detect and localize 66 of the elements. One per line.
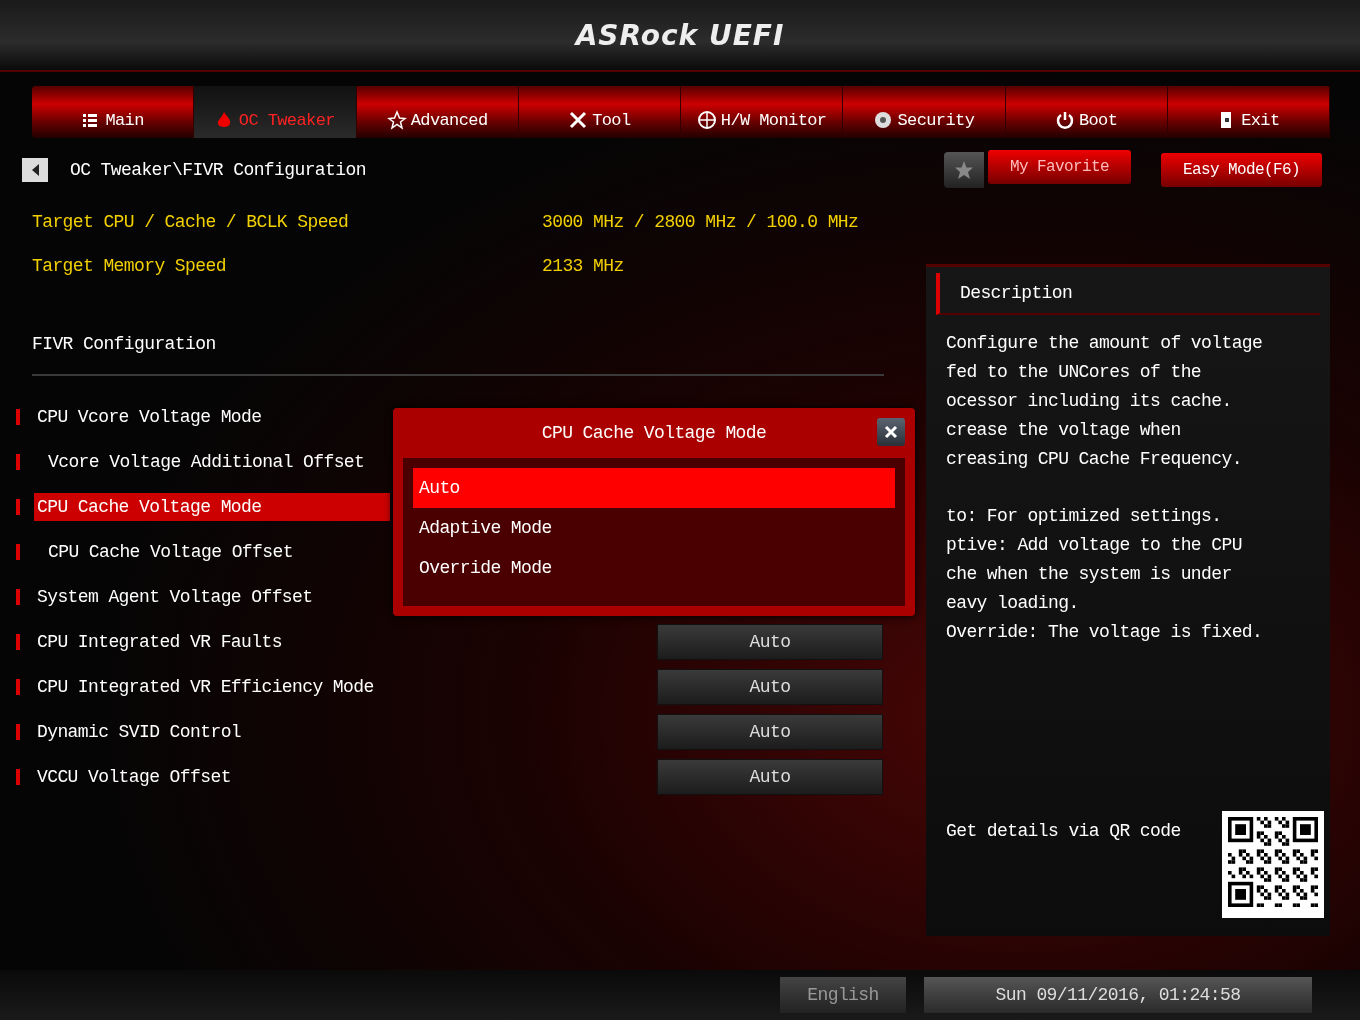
setting-value-button[interactable]: Auto <box>657 623 883 660</box>
close-icon <box>884 425 898 439</box>
setting-value-button[interactable]: Auto <box>657 713 883 750</box>
date-time: Sun 09/11/2016, 01:24:58 <box>924 977 1312 1013</box>
setting-item[interactable]: CPU Integrated VR Faults <box>34 627 390 656</box>
section-title: FIVR Configuration <box>32 334 217 354</box>
qr-caption: Get details via QR code <box>946 821 1181 841</box>
item-marker <box>16 408 20 425</box>
setting-item[interactable]: CPU Vcore Voltage Mode <box>34 402 390 431</box>
item-marker <box>16 588 20 605</box>
description-line: ptive: Add voltage to the CPU <box>946 534 1243 557</box>
item-marker <box>16 453 20 470</box>
setting-item[interactable]: CPU Integrated VR Efficiency Mode <box>34 672 390 701</box>
nav-tab[interactable]: Exit <box>1167 86 1330 138</box>
item-marker <box>16 633 20 650</box>
description-line: Override: The voltage is fixed. <box>946 621 1264 644</box>
setting-item[interactable]: Vcore Voltage Additional Offset <box>45 447 390 476</box>
power-icon <box>1054 110 1075 130</box>
star-icon <box>386 110 407 130</box>
item-marker <box>16 678 20 695</box>
setting-item[interactable]: CPU Cache Voltage Mode <box>34 492 390 521</box>
my-favorite-button[interactable]: My Favorite <box>987 150 1131 184</box>
item-marker <box>16 723 20 740</box>
language-button[interactable]: English <box>780 977 906 1013</box>
setting-value-button[interactable]: Auto <box>657 668 883 705</box>
breadcrumb-path: OC Tweaker\FIVR Configuration <box>70 160 367 180</box>
easy-mode-button[interactable]: Easy Mode(F6) <box>1160 153 1322 187</box>
close-button[interactable] <box>877 418 905 446</box>
nav-tab[interactable]: Advanced <box>356 86 519 138</box>
setting-item[interactable]: CPU Cache Voltage Offset <box>45 537 390 566</box>
item-marker <box>16 768 20 785</box>
info-label: Target Memory Speed <box>32 256 227 276</box>
dialog-option[interactable]: Auto <box>413 468 895 508</box>
nav-tab[interactable]: Boot <box>1005 86 1168 138</box>
description-line: Configure the amount of voltage <box>946 332 1264 355</box>
nav-tab[interactable]: Tool <box>518 86 681 138</box>
nav-tab[interactable]: OC Tweaker <box>194 86 357 138</box>
description-line: to: For optimized settings. <box>946 505 1223 528</box>
setting-item[interactable]: Dynamic SVID Control <box>34 717 390 746</box>
favorite-star-button[interactable] <box>943 152 984 188</box>
dialog-title: CPU Cache Voltage Mode <box>540 423 768 443</box>
info-label: Target CPU / Cache / BCLK Speed <box>32 212 350 232</box>
star-icon <box>953 160 974 180</box>
item-marker <box>16 543 20 560</box>
description-line: crease the voltage when <box>946 419 1182 442</box>
setting-value-button[interactable]: Auto <box>657 758 883 795</box>
description-title: Description <box>936 273 1320 315</box>
dialog-option[interactable]: Adaptive Mode <box>413 508 895 548</box>
item-marker <box>16 498 20 515</box>
crosshair-icon <box>696 110 717 130</box>
description-line: ocessor including its cache. <box>946 390 1233 413</box>
info-value: 2133 MHz <box>542 256 625 276</box>
nav-tab[interactable]: H/W Monitor <box>681 86 844 138</box>
back-arrow-icon <box>30 163 40 177</box>
setting-item[interactable]: System Agent Voltage Offset <box>34 582 390 611</box>
setting-item[interactable]: VCCU Voltage Offset <box>34 762 390 791</box>
qr-code-icon <box>1228 817 1318 907</box>
back-button[interactable] <box>22 158 48 182</box>
nav-tab[interactable]: Security <box>843 86 1006 138</box>
description-line: che when the system is under <box>946 563 1233 586</box>
dialog-option[interactable]: Override Mode <box>413 548 895 588</box>
description-line: eavy loading. <box>946 592 1080 615</box>
logo-text: ASRock UEFI <box>575 18 785 52</box>
info-value: 3000 MHz / 2800 MHz / 100.0 MHz <box>542 212 860 232</box>
description-line: creasing CPU Cache Frequency. <box>946 448 1243 471</box>
description-line: fed to the UNCores of the <box>946 361 1203 384</box>
